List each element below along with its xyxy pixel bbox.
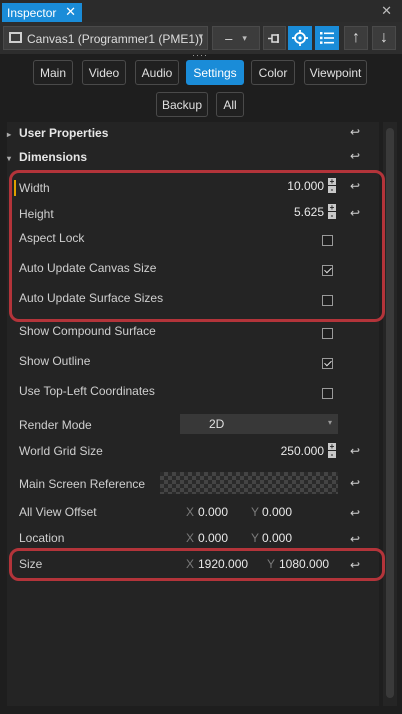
section-title: User Properties bbox=[19, 126, 109, 140]
reset-icon[interactable]: ↩ bbox=[350, 125, 360, 139]
render-mode-label: Render Mode bbox=[19, 418, 92, 432]
tab-inspector[interactable]: Inspector ✕ bbox=[2, 3, 82, 22]
move-down-button[interactable]: ↓ bbox=[372, 26, 396, 50]
canvas-select-label: Canvas1 (Programmer1 (PME1)) bbox=[27, 32, 204, 46]
arrow-up-icon: ↑ bbox=[352, 29, 360, 46]
tab-video[interactable]: Video bbox=[82, 60, 126, 85]
y-axis-label: Y bbox=[251, 505, 260, 519]
world-grid-field[interactable]: 250.000 bbox=[281, 444, 324, 458]
tab-viewpoint[interactable]: Viewpoint bbox=[304, 60, 367, 85]
all-view-offset-y[interactable]: 0.000 bbox=[262, 505, 292, 519]
minus-icon[interactable]: - bbox=[328, 451, 336, 459]
target-button[interactable] bbox=[288, 26, 312, 50]
minus-icon: – bbox=[225, 30, 233, 46]
y-axis-label: Y bbox=[251, 531, 260, 545]
target-icon bbox=[292, 30, 308, 46]
main-screen-ref-label: Main Screen Reference bbox=[19, 477, 146, 491]
canvas-select[interactable]: Canvas1 (Programmer1 (PME1)) ▾ bbox=[3, 26, 208, 50]
section-title: Dimensions bbox=[19, 150, 88, 164]
chevron-right-icon: ▸ bbox=[7, 130, 12, 139]
highlight-size bbox=[9, 548, 385, 581]
chevron-down-icon: ▾ bbox=[327, 418, 332, 427]
render-mode-value: 2D bbox=[209, 417, 225, 431]
list-view-button[interactable] bbox=[315, 26, 339, 50]
plus-icon[interactable]: + bbox=[328, 443, 336, 451]
chevron-down-icon: ▾ bbox=[7, 154, 12, 163]
all-view-offset-x[interactable]: 0.000 bbox=[198, 505, 228, 519]
tab-main[interactable]: Main bbox=[33, 60, 73, 85]
location-label: Location bbox=[19, 531, 65, 545]
drag-handle[interactable]: ···· bbox=[192, 50, 208, 60]
show-outline-label: Show Outline bbox=[19, 354, 91, 368]
top-left-label: Use Top-Left Coordinates bbox=[19, 384, 155, 398]
world-grid-label: World Grid Size bbox=[19, 444, 103, 458]
world-grid-stepper[interactable]: + - bbox=[328, 443, 336, 459]
section-user-properties[interactable]: ▸ User Properties bbox=[7, 126, 108, 140]
main-screen-ref-swatch[interactable] bbox=[160, 472, 338, 494]
section-dimensions[interactable]: ▾ Dimensions bbox=[7, 150, 87, 164]
reset-icon[interactable]: ↩ bbox=[350, 476, 360, 490]
reset-icon[interactable]: ↩ bbox=[350, 444, 360, 458]
reset-icon[interactable]: ↩ bbox=[350, 506, 360, 520]
highlight-dimensions bbox=[9, 170, 385, 322]
reset-icon[interactable]: ↩ bbox=[350, 532, 360, 546]
arrow-down-icon: ↓ bbox=[380, 29, 388, 46]
title-bar: Inspector ✕ ✕ bbox=[0, 0, 402, 22]
move-up-button[interactable]: ↑ bbox=[344, 26, 368, 50]
tab-color[interactable]: Color bbox=[251, 60, 295, 85]
list-icon bbox=[320, 32, 334, 44]
top-left-checkbox[interactable] bbox=[322, 388, 333, 399]
show-compound-checkbox[interactable] bbox=[322, 328, 333, 339]
show-compound-label: Show Compound Surface bbox=[19, 324, 156, 338]
tab-all[interactable]: All bbox=[216, 92, 244, 117]
chevron-down-icon: ▾ bbox=[198, 31, 203, 41]
pin-button[interactable] bbox=[263, 26, 286, 50]
tab-settings[interactable]: Settings bbox=[186, 60, 244, 85]
scrollbar-thumb[interactable] bbox=[386, 128, 394, 698]
all-view-offset-label: All View Offset bbox=[19, 505, 97, 519]
x-axis-label: X bbox=[186, 505, 195, 519]
window-close-icon[interactable]: ✕ bbox=[381, 3, 392, 19]
pin-icon bbox=[268, 33, 279, 43]
x-axis-label: X bbox=[186, 531, 195, 545]
tab-label: Inspector bbox=[7, 6, 57, 20]
canvas-icon bbox=[9, 32, 22, 43]
tab-audio[interactable]: Audio bbox=[135, 60, 179, 85]
show-outline-checkbox[interactable] bbox=[322, 358, 333, 369]
options-dropdown[interactable]: – ▾ bbox=[212, 26, 260, 50]
reset-icon[interactable]: ↩ bbox=[350, 149, 360, 163]
location-y[interactable]: 0.000 bbox=[262, 531, 292, 545]
close-icon[interactable]: ✕ bbox=[65, 4, 76, 20]
scrollbar[interactable] bbox=[383, 122, 397, 706]
render-mode-select[interactable]: 2D ▾ bbox=[180, 414, 338, 434]
location-x[interactable]: 0.000 bbox=[198, 531, 228, 545]
chevron-down-icon: ▾ bbox=[242, 32, 247, 43]
tab-backup[interactable]: Backup bbox=[156, 92, 208, 117]
